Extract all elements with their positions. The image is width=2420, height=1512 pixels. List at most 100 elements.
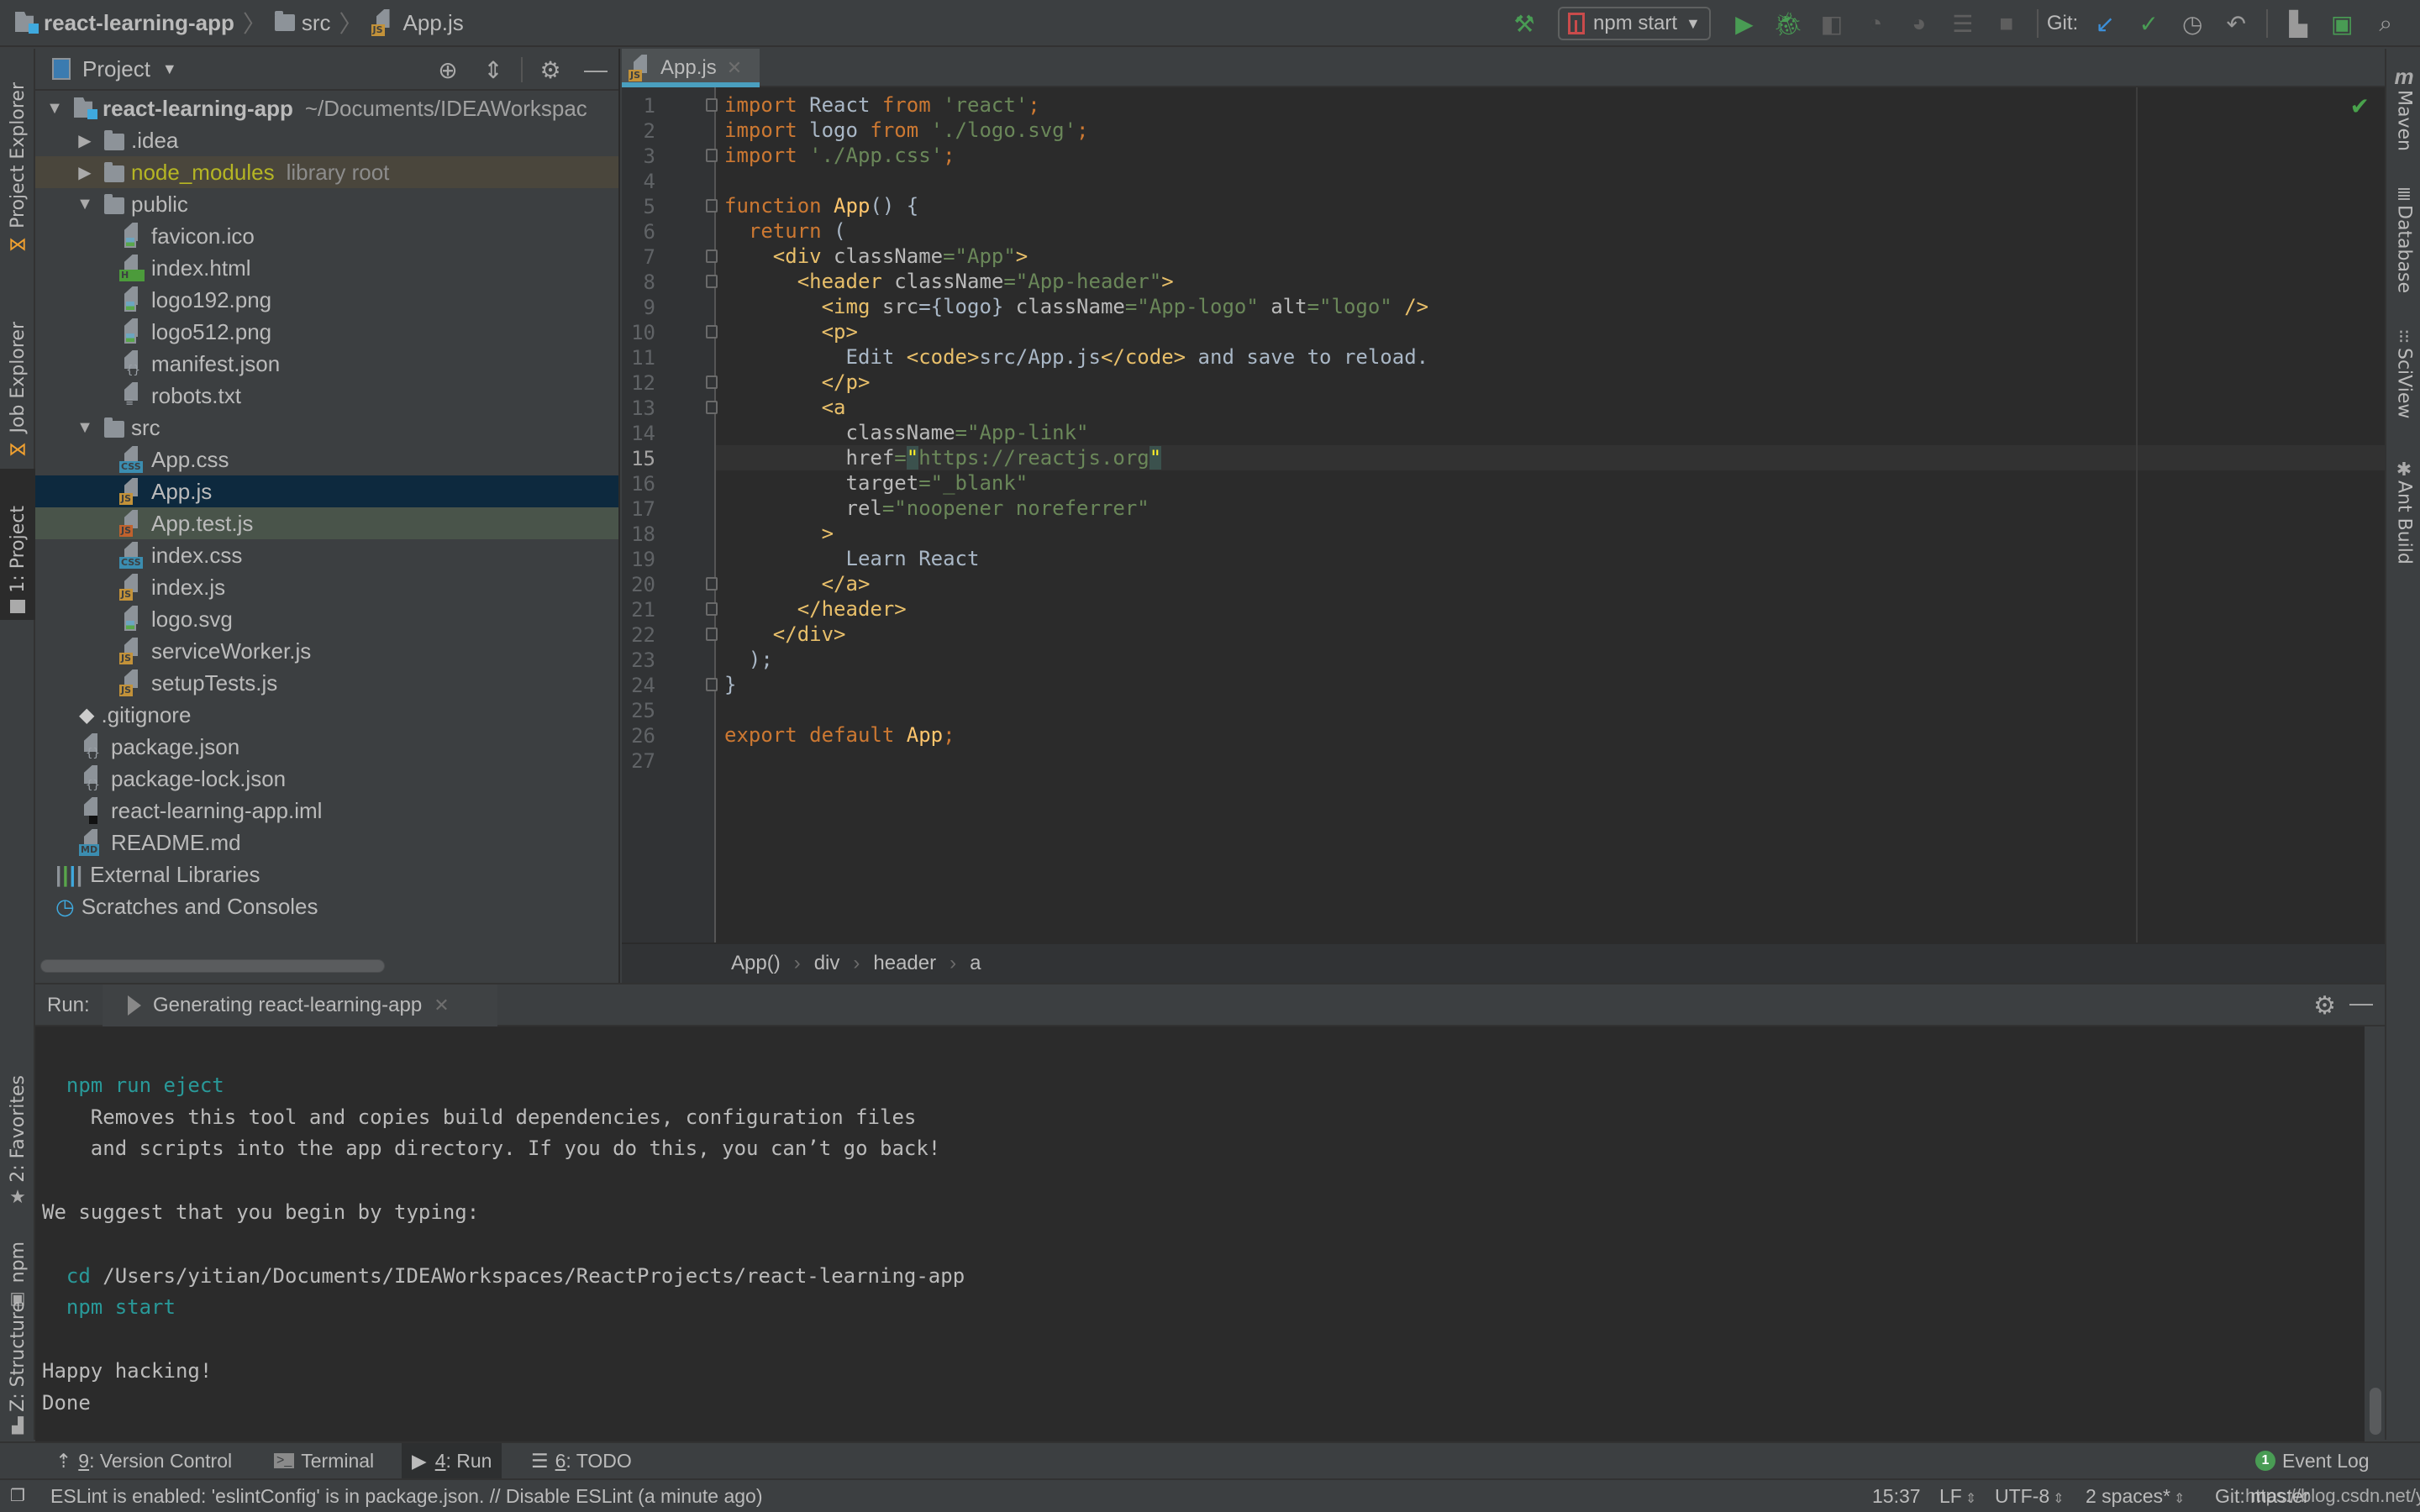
- collapse-all-icon[interactable]: ⇕: [471, 56, 516, 84]
- fold-marker-icon[interactable]: [706, 602, 718, 616]
- profile-alt-icon[interactable]: ◕: [1897, 0, 1941, 47]
- tab-project[interactable]: 1: Project: [0, 469, 35, 620]
- toggle-tool-windows-icon[interactable]: ❐: [10, 1480, 25, 1512]
- breadcrumb-item[interactable]: App(): [731, 952, 781, 975]
- breadcrumb-item[interactable]: a: [970, 952, 981, 975]
- breadcrumb-project[interactable]: react-learning-app: [15, 0, 234, 46]
- tree-item[interactable]: {} package-lock.json: [35, 763, 618, 795]
- tab-favorites[interactable]: 2: Favorites ★: [0, 1015, 35, 1208]
- fold-marker-icon[interactable]: [706, 199, 718, 213]
- tree-item[interactable]: favicon.ico: [35, 220, 618, 252]
- tab-app-js[interactable]: JS App.js ✕: [622, 49, 760, 87]
- code-line[interactable]: target="_blank": [724, 470, 1028, 496]
- tree-item[interactable]: react-learning-app.iml: [35, 795, 618, 827]
- console-scrollbar[interactable]: [2365, 1026, 2385, 1441]
- build-hammer-icon[interactable]: ⚒: [1502, 0, 1546, 47]
- code-line[interactable]: </a>: [724, 571, 871, 596]
- tool-window-run[interactable]: ▶ 4: Run: [402, 1443, 502, 1478]
- fold-marker-icon[interactable]: [706, 275, 718, 288]
- tab-job-explorer[interactable]: Job Explorer ⋈: [0, 267, 35, 460]
- breadcrumb-src[interactable]: src: [274, 0, 331, 46]
- collapsed-arrow-icon[interactable]: ▶: [72, 130, 97, 151]
- fold-marker-icon[interactable]: [706, 678, 718, 691]
- tree-item[interactable]: ≡ robots.txt: [35, 380, 618, 412]
- code-line[interactable]: export default App;: [724, 722, 955, 748]
- tree-item[interactable]: ◷ Scratches and Consoles: [35, 890, 618, 922]
- tree-item[interactable]: logo512.png: [35, 316, 618, 348]
- debug-bug-icon[interactable]: 🐞︎: [1766, 0, 1810, 47]
- code-line[interactable]: <a: [724, 395, 846, 420]
- run-with-coverage-icon[interactable]: ◧: [1810, 0, 1854, 47]
- scrollbar-thumb[interactable]: [2370, 1388, 2381, 1435]
- tab-database[interactable]: ≣ Database: [2386, 183, 2420, 293]
- tree-item[interactable]: Hindex.html: [35, 252, 618, 284]
- encoding-select[interactable]: UTF-8 ⇕: [1995, 1480, 2065, 1512]
- code-line[interactable]: function App() {: [724, 193, 918, 218]
- tool-window-version-control[interactable]: ⇡ 9: Version Control: [45, 1443, 242, 1478]
- code-line[interactable]: Edit <code>src/App.js</code> and save to…: [724, 344, 1428, 370]
- search-icon[interactable]: ⌕: [2364, 0, 2407, 47]
- expanded-arrow-icon[interactable]: ▼: [72, 418, 97, 438]
- tab-sciview[interactable]: ⁝⁝ SciView: [2386, 326, 2420, 418]
- code-line[interactable]: import React from 'react';: [724, 92, 1040, 118]
- tree-item[interactable]: ◆ .gitignore: [35, 699, 618, 731]
- code-line[interactable]: return (: [724, 218, 846, 244]
- breadcrumb-item[interactable]: header: [873, 952, 936, 975]
- code-line[interactable]: }: [724, 672, 736, 697]
- tree-item[interactable]: |||| External Libraries: [35, 858, 618, 890]
- fold-marker-icon[interactable]: [706, 627, 718, 641]
- fold-marker-icon[interactable]: [706, 577, 718, 591]
- tree-item[interactable]: JS App.test.js: [35, 507, 618, 539]
- gear-icon[interactable]: ⚙: [528, 56, 573, 84]
- git-history-clock-icon[interactable]: ◷: [2170, 0, 2214, 47]
- git-rollback-icon[interactable]: ↶: [2214, 0, 2258, 47]
- fold-marker-icon[interactable]: [706, 325, 718, 339]
- git-commit-check-icon[interactable]: ✓: [2127, 0, 2170, 47]
- fold-marker-icon[interactable]: [706, 249, 718, 263]
- stop-icon[interactable]: ■: [1985, 0, 2028, 47]
- code-line[interactable]: <img src={logo} className="App-logo" alt…: [724, 294, 1429, 319]
- run-tests-icon[interactable]: ☰: [1941, 0, 1985, 47]
- tool-window-terminal[interactable]: >_ Terminal: [264, 1443, 384, 1478]
- code-line[interactable]: Learn React: [724, 546, 979, 571]
- tree-item[interactable]: JS setupTests.js: [35, 667, 618, 699]
- run-anything-icon[interactable]: ▣: [2320, 0, 2364, 47]
- tree-item[interactable]: ▼ public: [35, 188, 618, 220]
- gear-icon[interactable]: ⚙: [2313, 991, 2336, 1021]
- tree-item[interactable]: ▶ node_modules library root: [35, 156, 618, 188]
- run-console[interactable]: npm run eject Removes this tool and copi…: [35, 1026, 2365, 1441]
- line-separator-select[interactable]: LF ⇕: [1939, 1480, 1976, 1512]
- collapsed-arrow-icon[interactable]: ▶: [72, 162, 97, 183]
- close-icon[interactable]: ✕: [434, 995, 449, 1016]
- project-structure-icon[interactable]: ▙: [2276, 0, 2320, 47]
- expanded-arrow-icon[interactable]: ▼: [72, 195, 97, 214]
- profile-icon[interactable]: ◔: [1854, 0, 1897, 47]
- fold-marker-icon[interactable]: [706, 149, 718, 162]
- tree-item[interactable]: ▶ .idea: [35, 124, 618, 156]
- tree-item[interactable]: logo192.png: [35, 284, 618, 316]
- expanded-arrow-icon[interactable]: ▼: [42, 99, 67, 118]
- git-update-icon[interactable]: ↙: [2083, 0, 2127, 47]
- event-log-button[interactable]: 1 Event Log: [2245, 1443, 2380, 1478]
- tree-item[interactable]: MD README.md: [35, 827, 618, 858]
- code-line[interactable]: href="https://reactjs.org": [724, 445, 1162, 470]
- code-line[interactable]: import './App.css';: [724, 143, 955, 168]
- tree-item[interactable]: CSS index.css: [35, 539, 618, 571]
- tool-window-todo[interactable]: ☰ 6: TODO: [521, 1443, 642, 1478]
- caret-position[interactable]: 15:37: [1872, 1480, 1921, 1512]
- breadcrumb-file[interactable]: JS App.js: [371, 0, 464, 46]
- code-line[interactable]: import logo from './logo.svg';: [724, 118, 1089, 143]
- tree-item[interactable]: JS index.js: [35, 571, 618, 603]
- tree-item[interactable]: {} package.json: [35, 731, 618, 763]
- tab-maven[interactable]: m Maven: [2386, 64, 2420, 151]
- fold-marker-icon[interactable]: [706, 98, 718, 112]
- run-configuration-select[interactable]: npm start ▼: [1558, 7, 1711, 40]
- locate-crosshair-icon[interactable]: ⊕: [425, 56, 471, 84]
- fold-marker-icon[interactable]: [706, 375, 718, 389]
- tree-item[interactable]: ▼ src: [35, 412, 618, 444]
- run-icon[interactable]: ▶: [1723, 0, 1766, 47]
- tree-item[interactable]: CSS App.css: [35, 444, 618, 475]
- tab-structure[interactable]: Z: Structure ▟: [0, 1284, 35, 1435]
- tree-item[interactable]: JS App.js: [35, 475, 618, 507]
- status-message[interactable]: ESLint is enabled: 'eslintConfig' is in …: [50, 1480, 762, 1512]
